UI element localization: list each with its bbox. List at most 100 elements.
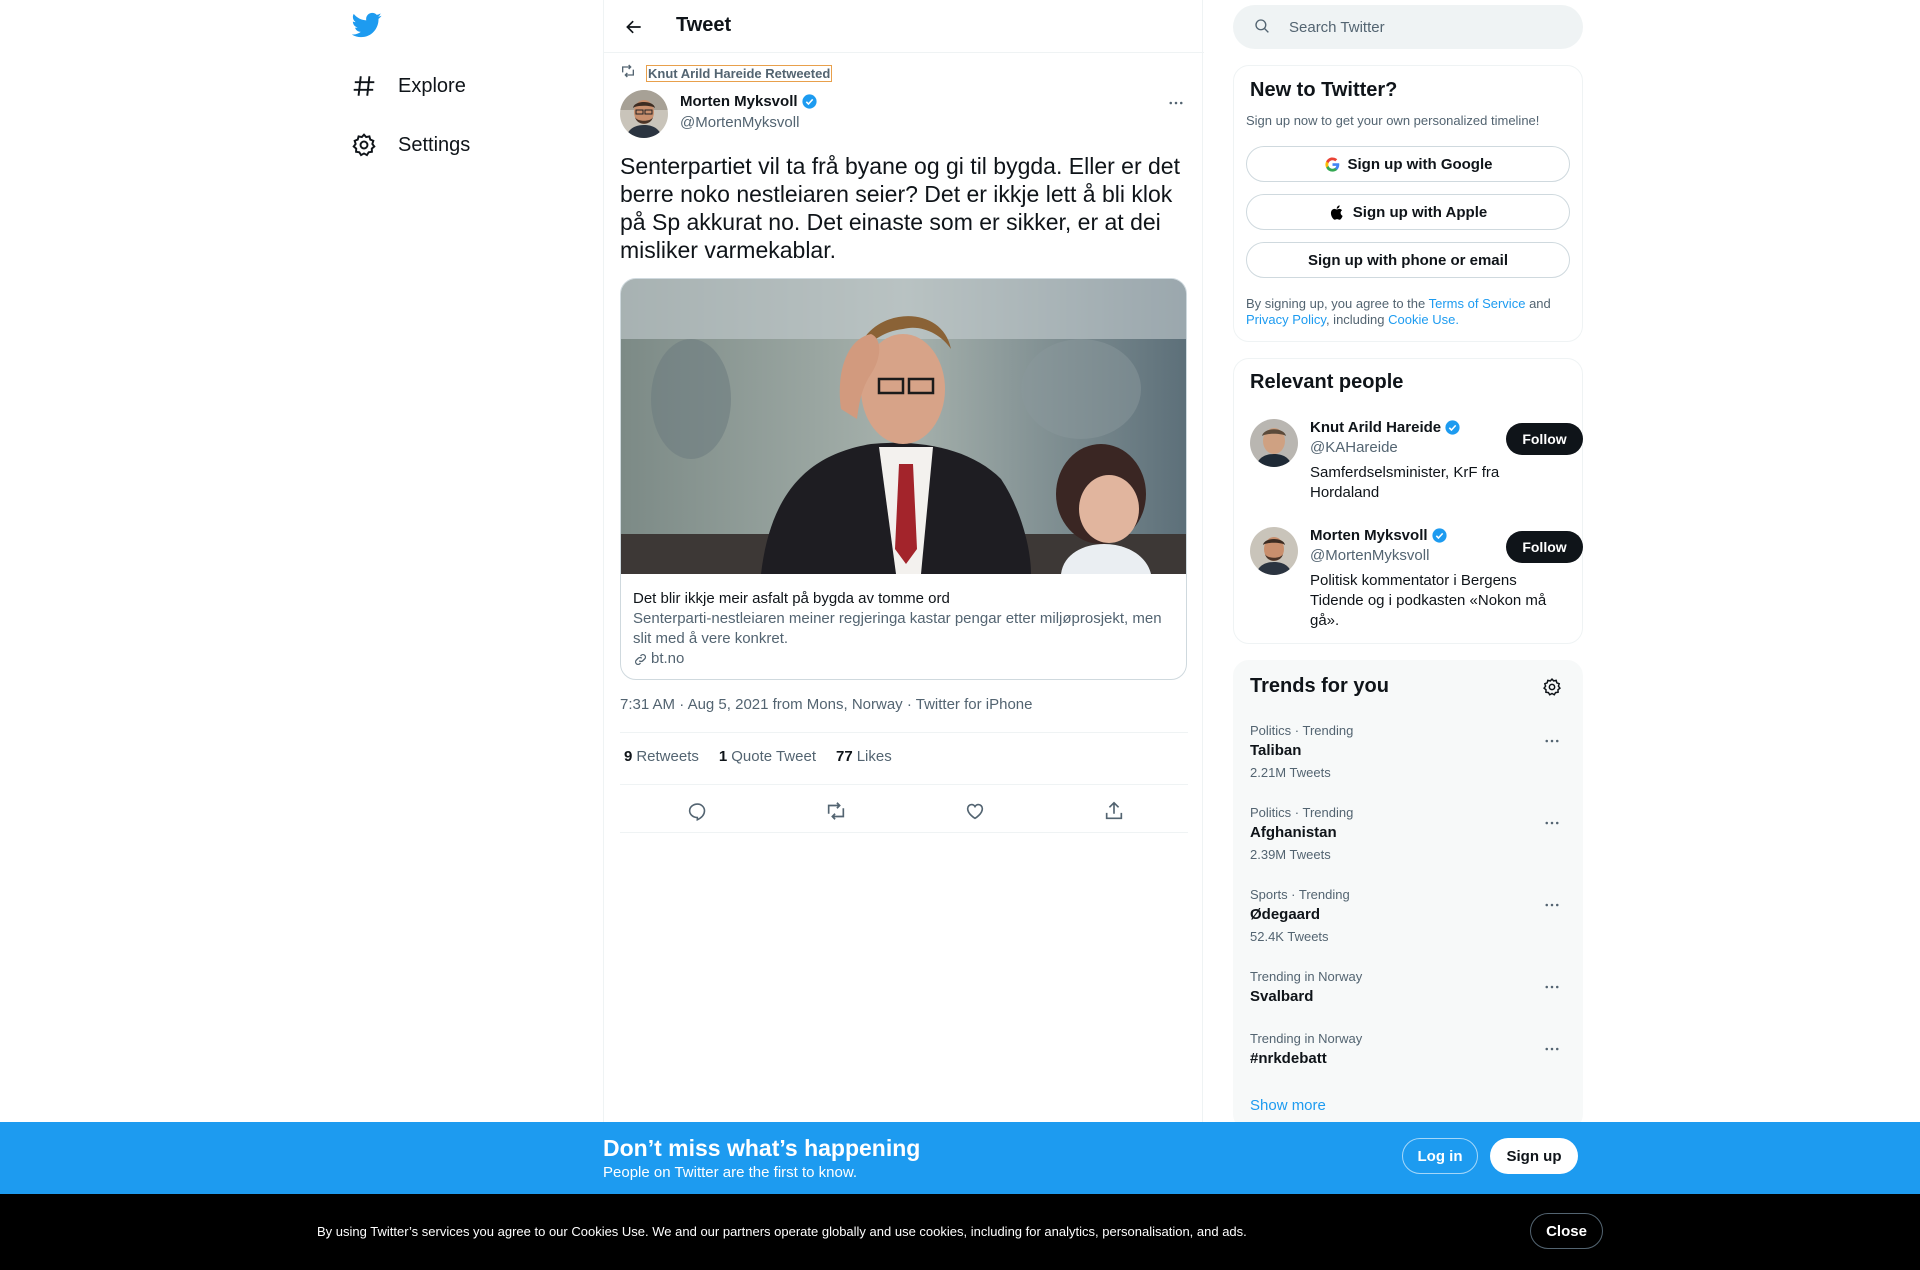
card-title: Det blir ikkje meir asfalt på bygda av t… [633,590,950,607]
legal-prefix: By signing up, you agree to the [1246,296,1426,311]
trend-name: Ødegaard [1250,906,1321,923]
person-name-text: Morten Myksvoll [1310,527,1428,544]
retweets-count: 9 [624,748,633,765]
trend-item[interactable]: Politics · Trending Afghanistan 2.39M Tw… [1250,805,1570,863]
trend-category: Sports · Trending [1250,887,1350,902]
follow-button[interactable]: Follow [1506,423,1583,455]
trend-name: Svalbard [1250,988,1314,1005]
trend-more-button[interactable] [1538,891,1566,919]
trends-settings-button[interactable] [1538,673,1566,701]
person-avatar[interactable] [1250,527,1298,575]
signup-apple-button[interactable]: Sign up with Apple [1246,194,1570,230]
quotes-label: Quote Tweet [731,748,816,765]
person-bio: Politisk kommentator i Bergens Tidende o… [1310,572,1547,629]
legal-including: , including [1325,312,1385,327]
retweets-stat[interactable]: 9 Retweets [624,748,699,765]
tweet-header: Tweet [604,0,1204,53]
signup-google-label: Sign up with Google [1347,155,1493,173]
login-button[interactable]: Log in [1402,1138,1478,1174]
divider [620,784,1188,785]
privacy-link[interactable]: Privacy Policy [1246,312,1326,327]
likes-stat[interactable]: 77 Likes [836,748,892,765]
trend-category: Politics · Trending [1250,723,1354,738]
gear-icon [350,131,378,159]
share-button[interactable] [1099,796,1129,826]
card-description: Senterparti-nestleiaren meiner regjering… [633,610,1162,647]
show-more-link[interactable]: Show more [1250,1097,1326,1114]
trend-item[interactable]: Politics · Trending Taliban 2.21M Tweets [1250,723,1570,781]
tweet-location[interactable]: from Mons, Norway [773,696,903,713]
banner-heading: Don’t miss what’s happening [603,1135,921,1161]
cookie-link[interactable]: Cookie Use. [1388,312,1459,327]
signup-phone-label: Sign up with phone or email [1307,251,1508,269]
trend-name: #nrkdebatt [1250,1050,1327,1067]
person-name[interactable]: Knut Arild Hareide [1310,419,1461,436]
tweet-date[interactable]: Aug 5, 2021 [688,696,769,713]
retweet-icon [827,802,845,820]
follow-button[interactable]: Follow [1506,531,1583,563]
nav-explore[interactable]: Explore [350,66,466,106]
like-button[interactable] [960,796,990,826]
retweet-button[interactable] [821,796,851,826]
quote-tweets-stat[interactable]: 1 Quote Tweet [719,748,816,765]
google-icon [1324,155,1342,173]
trend-more-button[interactable] [1538,973,1566,1001]
retweets-label: Retweets [636,748,699,765]
relevant-people-panel: Relevant people Knut Arild Hareide @KAHa… [1233,358,1583,644]
person-name[interactable]: Morten Myksvoll [1310,527,1448,544]
retweet-icon [620,63,636,84]
tweet-time[interactable]: 7:31 AM [620,696,675,713]
trend-item[interactable]: Sports · Trending Ødegaard 52.4K Tweets [1250,887,1570,945]
trend-item[interactable]: Trending in Norway #nrkdebatt [1250,1031,1570,1069]
signup-subtitle: Sign up now to get your own personalized… [1246,113,1540,128]
tweet-source[interactable]: Twitter for iPhone [916,696,1033,713]
trend-item[interactable]: Trending in Norway Svalbard [1250,969,1570,1007]
nav-explore-label: Explore [398,74,466,97]
trend-category: Trending in Norway [1250,969,1363,984]
back-button[interactable] [620,13,648,41]
reply-button[interactable] [682,796,712,826]
more-icon [1169,101,1183,105]
twitter-logo-icon[interactable] [351,10,382,40]
trend-name: Taliban [1250,742,1302,759]
retweeted-by-link[interactable]: Knut Arild Hareide Retweeted [646,65,833,82]
search-input[interactable] [1289,18,1569,36]
legal-and: and [1529,296,1551,311]
quotes-count: 1 [718,748,728,765]
person-bio: Samferdselsminister, KrF fra Hordaland [1310,464,1500,501]
signup-button[interactable]: Sign up [1490,1138,1578,1174]
terms-link[interactable]: Terms of Service [1429,296,1526,311]
author-avatar[interactable] [620,90,668,138]
trend-more-button[interactable] [1538,809,1566,837]
verified-badge-icon [1444,419,1461,436]
person-handle[interactable]: @MortenMyksvoll [1310,547,1429,564]
tweet-more-button[interactable] [1161,88,1191,118]
reply-icon [688,802,705,821]
link-card[interactable]: Det blir ikkje meir asfalt på bygda av t… [620,278,1187,680]
verified-badge-icon [801,93,818,110]
author-name[interactable]: Morten Myksvoll [680,93,818,110]
search-box[interactable] [1233,5,1583,49]
meta-separator: · [679,696,688,713]
trend-more-button[interactable] [1538,1035,1566,1063]
signup-banner: Don’t miss what’s happening People on Tw… [0,1122,1920,1194]
person-handle[interactable]: @KAHareide [1310,439,1398,456]
apple-icon [1329,203,1347,221]
signup-google-button[interactable]: Sign up with Google [1246,146,1570,182]
signup-phone-email-button[interactable]: Sign up with phone or email [1246,242,1570,278]
tweet-text: Senterpartiet vil ta frå byane og gi til… [620,153,1180,263]
card-domain: bt.no [633,649,1178,669]
author-name-text: Morten Myksvoll [680,93,798,110]
tweet-stats: 9 Retweets 1 Quote Tweet 77 Likes [624,748,912,765]
gear-icon [1543,677,1561,696]
nav-settings[interactable]: Settings [350,125,470,165]
share-icon [1105,801,1123,820]
person-avatar[interactable] [1250,419,1298,467]
trend-more-button[interactable] [1538,727,1566,755]
cookie-close-button[interactable]: Close [1530,1213,1603,1249]
link-icon [633,652,648,667]
page-title: Tweet [676,14,732,36]
likes-label: Likes [856,748,892,765]
signup-title: New to Twitter? [1250,79,1398,101]
author-handle[interactable]: @MortenMyksvoll [680,114,799,131]
